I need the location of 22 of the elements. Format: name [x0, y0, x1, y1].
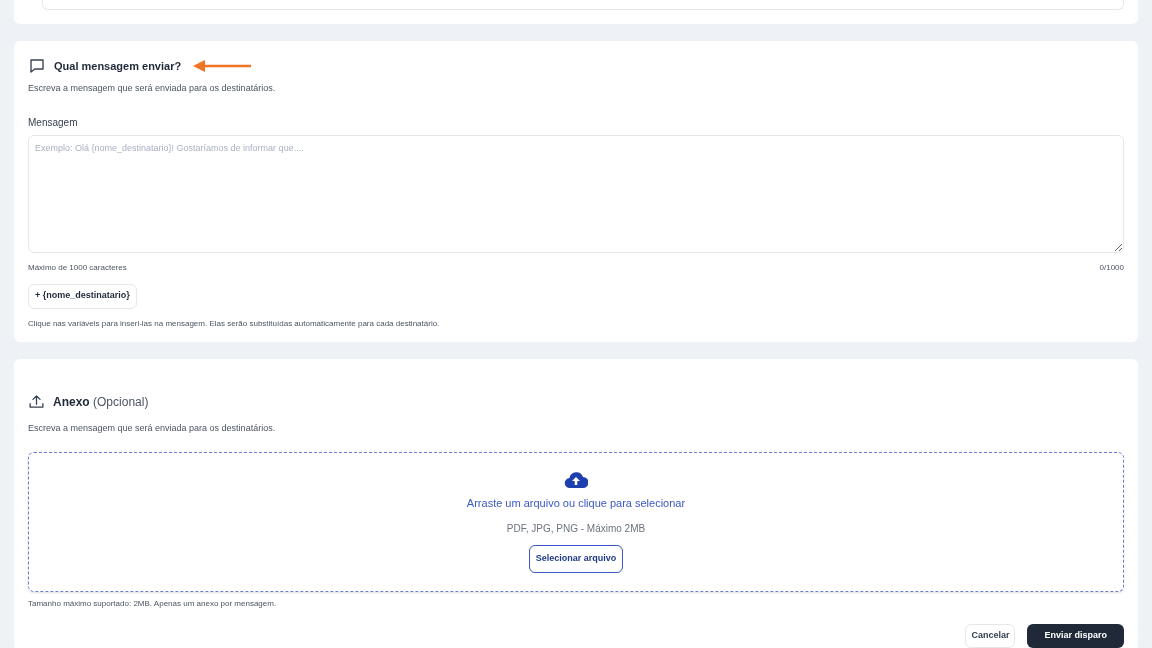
- size-note: Tamanho máximo suportado: 2MB. Apenas um anexo por mensagem.: [28, 598, 278, 610]
- character-counter: 0/1000: [1099, 261, 1124, 274]
- section-description: Escreva a mensagem que será enviada para os destinatários.: [28, 82, 277, 95]
- optional-label: (Opcional): [93, 394, 149, 409]
- drop-instruction: Arraste um arquivo ou clique para selecionar: [466, 496, 686, 511]
- section-title: Qual mensagem enviar?: [54, 58, 182, 74]
- field-label: Mensagem: [28, 115, 79, 130]
- variables-hint: Clique nas variáveis para inseri-las na mensagem. Elas serão substituídas automaticamente para cada destinatário.: [28, 317, 441, 330]
- message-input[interactable]: Exemplo: Olá {nome_destinatario}! Gostaríamos de informar que....: [28, 134, 1124, 253]
- chat-bubble-icon: [28, 57, 46, 75]
- section-description: Escreva a mensagem que será enviada para os destinatários.: [28, 421, 277, 435]
- variable-chip[interactable]: + {nome_destinatario}: [28, 283, 137, 309]
- file-formats-note: PDF, JPG, PNG - Máximo 2MB: [506, 521, 646, 536]
- upload-icon: [28, 393, 45, 410]
- cancel-button[interactable]: Cancelar: [965, 624, 1016, 648]
- submit-button[interactable]: Enviar disparo: [1027, 624, 1124, 648]
- cloud-upload-icon: [564, 471, 588, 489]
- arrow-icon: [193, 59, 254, 73]
- select-file-button[interactable]: Selecionar arquivo: [528, 544, 624, 573]
- file-drop-zone[interactable]: Arraste um arquivo ou clique para selecionar PDF, JPG, PNG - Máximo 2MB Selecionar arquivo: [28, 452, 1124, 592]
- character-limit-note: Máximo de 1000 caracteres: [28, 261, 127, 274]
- section-title: Anexo: [53, 394, 90, 409]
